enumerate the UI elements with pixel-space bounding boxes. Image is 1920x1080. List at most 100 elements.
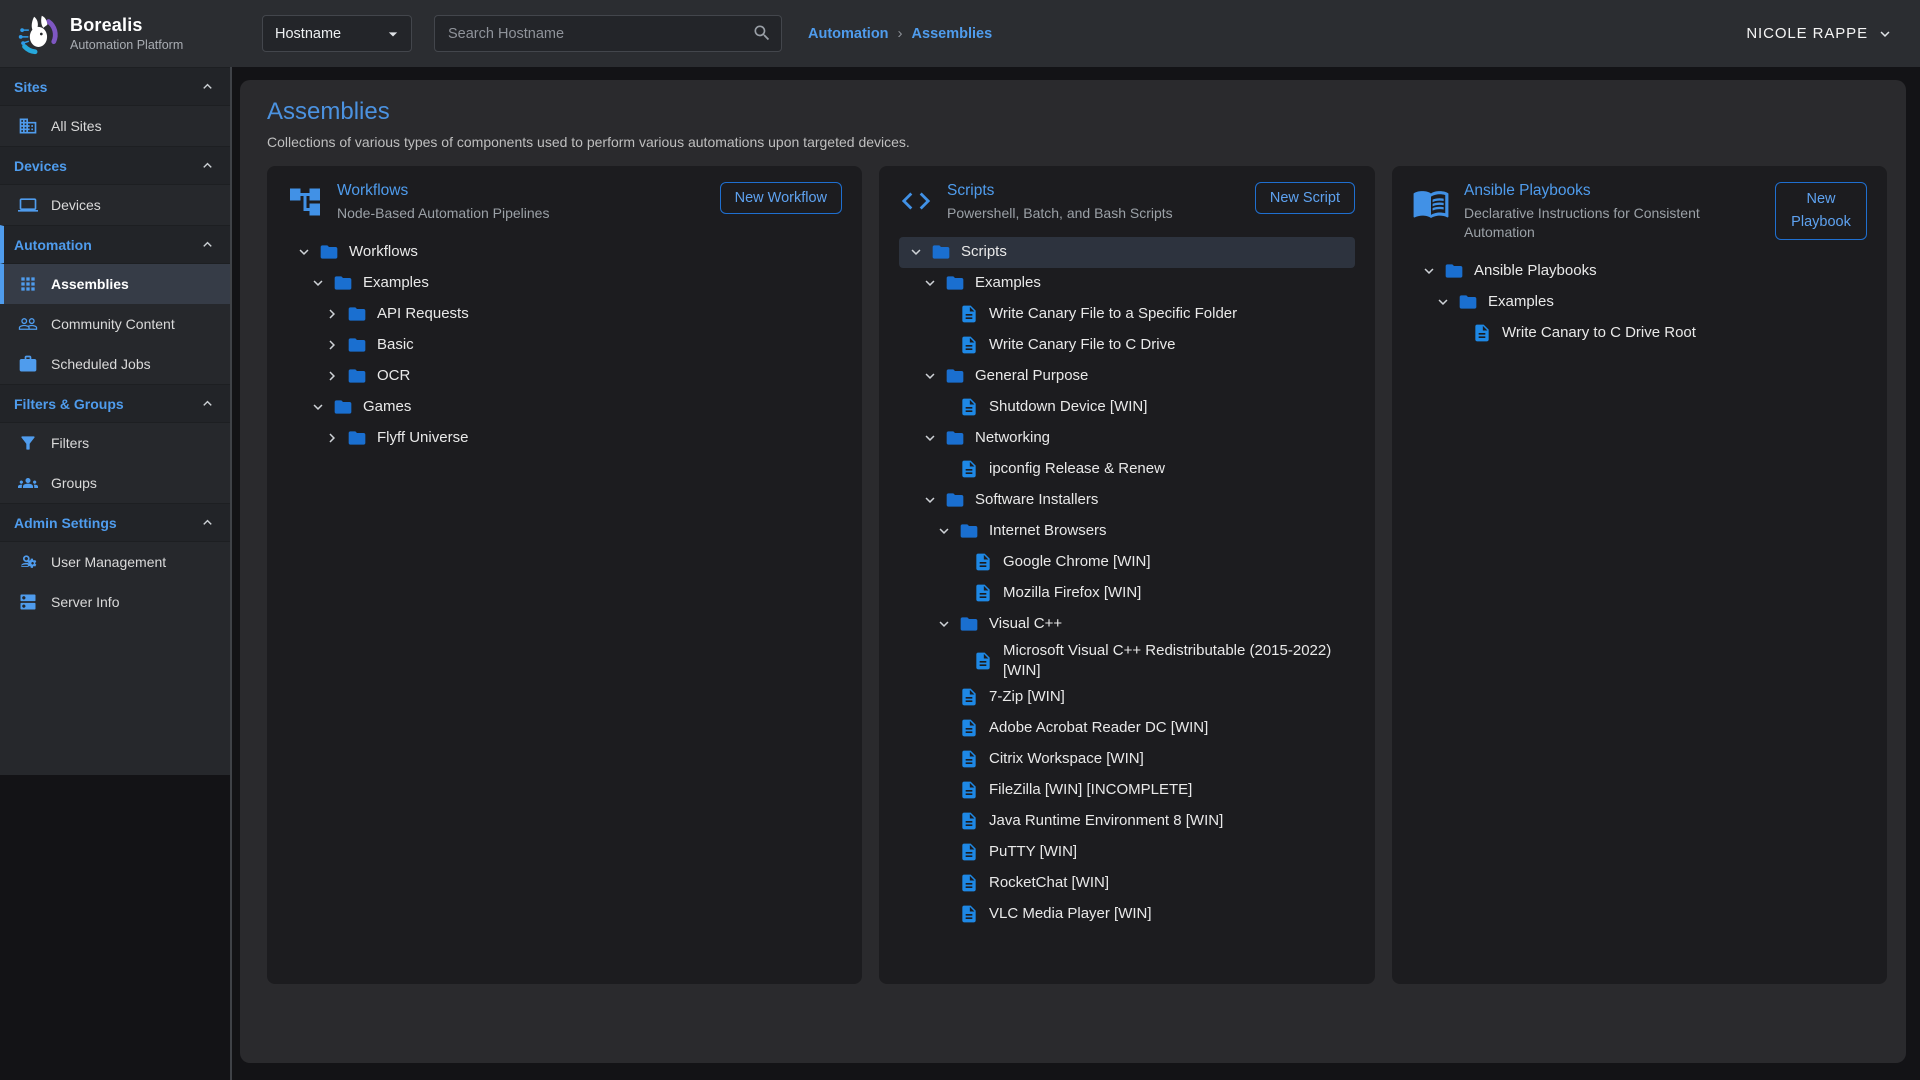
- tree-label: 7-Zip [WIN]: [989, 687, 1065, 707]
- card-playbooks: Ansible PlaybooksDeclarative Instruction…: [1392, 166, 1887, 984]
- tree-file-microsoft-visual-c-redistributable-2015-2022-win[interactable]: Microsoft Visual C++ Redistributable (20…: [899, 640, 1355, 682]
- sidebar-item-groups[interactable]: Groups: [0, 463, 232, 503]
- tree-folder-general-purpose[interactable]: General Purpose: [899, 361, 1355, 392]
- sidebar-item-user-management[interactable]: User Management: [0, 542, 232, 582]
- tree-file-putty-win[interactable]: PuTTY [WIN]: [899, 837, 1355, 868]
- chevron-up-icon: [199, 236, 216, 253]
- top-bar: Borealis Automation Platform Hostname Au…: [0, 0, 1920, 67]
- tree-label: PuTTY [WIN]: [989, 842, 1077, 862]
- sidebar-item-devices[interactable]: Devices: [0, 185, 232, 225]
- tree-folder-api-requests[interactable]: API Requests: [287, 299, 842, 330]
- folder-icon: [333, 273, 353, 293]
- tree-file-citrix-workspace-win[interactable]: Citrix Workspace [WIN]: [899, 744, 1355, 775]
- tree-label: Flyff Universe: [377, 428, 468, 448]
- card-title: Ansible Playbooks: [1464, 182, 1709, 200]
- tree-file-shutdown-device-win[interactable]: Shutdown Device [WIN]: [899, 392, 1355, 423]
- tree-folder-games[interactable]: Games: [287, 392, 842, 423]
- chevron-down-icon[interactable]: [907, 243, 925, 261]
- tree-folder-examples[interactable]: Examples: [287, 268, 842, 299]
- tree-file-mozilla-firefox-win[interactable]: Mozilla Firefox [WIN]: [899, 578, 1355, 609]
- file-icon: [959, 749, 979, 769]
- tree-file-java-runtime-environment-8-win[interactable]: Java Runtime Environment 8 [WIN]: [899, 806, 1355, 837]
- card-workflows-header: WorkflowsNode-Based Automation Pipelines…: [287, 182, 842, 223]
- file-icon: [959, 397, 979, 417]
- chevron-down-icon[interactable]: [921, 429, 939, 447]
- card-scripts-header: ScriptsPowershell, Batch, and Bash Scrip…: [899, 182, 1355, 223]
- file-icon: [973, 651, 993, 671]
- tree-file-google-chrome-win[interactable]: Google Chrome [WIN]: [899, 547, 1355, 578]
- chevron-down-icon[interactable]: [921, 491, 939, 509]
- tree-file-vlc-media-player-win[interactable]: VLC Media Player [WIN]: [899, 899, 1355, 930]
- sidebar-section-header-admin-settings[interactable]: Admin Settings: [0, 503, 232, 542]
- chevron-down-icon[interactable]: [295, 243, 313, 261]
- chevron-down-icon[interactable]: [921, 274, 939, 292]
- tree-folder-basic[interactable]: Basic: [287, 330, 842, 361]
- tree-file-filezilla-win-incomplete[interactable]: FileZilla [WIN] [INCOMPLETE]: [899, 775, 1355, 806]
- file-icon: [959, 904, 979, 924]
- tree-file-rocketchat-win[interactable]: RocketChat [WIN]: [899, 868, 1355, 899]
- tree-label: Write Canary File to a Specific Folder: [989, 304, 1237, 324]
- chevron-down-icon[interactable]: [935, 522, 953, 540]
- sidebar-scrollbar[interactable]: [230, 67, 232, 1080]
- sidebar-item-all-sites[interactable]: All Sites: [0, 106, 232, 146]
- new-playbook-button[interactable]: New Playbook: [1775, 182, 1867, 240]
- tree-folder-ansible-playbooks[interactable]: Ansible Playbooks: [1412, 256, 1867, 287]
- sidebar-section-header-devices[interactable]: Devices: [0, 146, 232, 185]
- tree-folder-scripts[interactable]: Scripts: [899, 237, 1355, 268]
- tree-folder-workflows[interactable]: Workflows: [287, 237, 842, 268]
- file-icon: [973, 552, 993, 572]
- tree-label: Software Installers: [975, 490, 1098, 510]
- sidebar-item-filters[interactable]: Filters: [0, 423, 232, 463]
- tree-folder-flyff-universe[interactable]: Flyff Universe: [287, 423, 842, 454]
- tree-folder-software-installers[interactable]: Software Installers: [899, 485, 1355, 516]
- sidebar-section-label: Automation: [14, 237, 92, 253]
- folder-icon: [347, 304, 367, 324]
- tree-label: ipconfig Release & Renew: [989, 459, 1165, 479]
- tree-label: Ansible Playbooks: [1474, 261, 1597, 281]
- tree-file-adobe-acrobat-reader-dc-win[interactable]: Adobe Acrobat Reader DC [WIN]: [899, 713, 1355, 744]
- chevron-right-icon[interactable]: [323, 336, 341, 354]
- new-script-button[interactable]: New Script: [1255, 182, 1355, 214]
- tree-file-write-canary-to-c-drive-root[interactable]: Write Canary to C Drive Root: [1412, 318, 1867, 349]
- sidebar-item-community-content[interactable]: Community Content: [0, 304, 232, 344]
- chevron-down-icon[interactable]: [935, 615, 953, 633]
- user-menu[interactable]: NICOLE RAPPE: [1746, 25, 1894, 43]
- tree-file-write-canary-file-to-c-drive[interactable]: Write Canary File to C Drive: [899, 330, 1355, 361]
- breadcrumb-assemblies[interactable]: Assemblies: [912, 26, 993, 42]
- tree-folder-examples[interactable]: Examples: [1412, 287, 1867, 318]
- chevron-down-icon[interactable]: [1434, 293, 1452, 311]
- sidebar-item-assemblies[interactable]: Assemblies: [0, 264, 232, 304]
- tree-folder-visual-c[interactable]: Visual C++: [899, 609, 1355, 640]
- tree-file-ipconfig-release-renew[interactable]: ipconfig Release & Renew: [899, 454, 1355, 485]
- tree-folder-networking[interactable]: Networking: [899, 423, 1355, 454]
- tree-file-7-zip-win[interactable]: 7-Zip [WIN]: [899, 682, 1355, 713]
- folder-icon: [1444, 261, 1464, 281]
- chevron-down-icon[interactable]: [309, 274, 327, 292]
- tree-file-write-canary-file-to-a-specific-folder[interactable]: Write Canary File to a Specific Folder: [899, 299, 1355, 330]
- chevron-spacer: [949, 652, 967, 670]
- tree-folder-examples[interactable]: Examples: [899, 268, 1355, 299]
- sidebar-item-server-info[interactable]: Server Info: [0, 582, 232, 622]
- chevron-down-icon[interactable]: [309, 398, 327, 416]
- tree-label: Examples: [975, 273, 1041, 293]
- file-icon: [973, 583, 993, 603]
- page-title: Assemblies: [267, 98, 1879, 126]
- sidebar-item-scheduled-jobs[interactable]: Scheduled Jobs: [0, 344, 232, 384]
- main-panel: Assemblies Collections of various types …: [240, 80, 1906, 1063]
- chevron-right-icon[interactable]: [323, 305, 341, 323]
- sidebar-section-header-sites[interactable]: Sites: [0, 67, 232, 106]
- chevron-down-icon[interactable]: [1420, 262, 1438, 280]
- sidebar-section-header-filters-groups[interactable]: Filters & Groups: [0, 384, 232, 423]
- new-workflow-button[interactable]: New Workflow: [720, 182, 842, 214]
- sidebar-section-header-automation[interactable]: Automation: [0, 225, 232, 264]
- tree-folder-internet-browsers[interactable]: Internet Browsers: [899, 516, 1355, 547]
- hostname-select[interactable]: Hostname: [262, 15, 412, 52]
- chevron-right-icon[interactable]: [323, 429, 341, 447]
- tree-folder-ocr[interactable]: OCR: [287, 361, 842, 392]
- search-input[interactable]: [434, 15, 782, 52]
- chevron-right-icon[interactable]: [323, 367, 341, 385]
- breadcrumb-automation[interactable]: Automation: [808, 26, 889, 42]
- file-icon: [959, 335, 979, 355]
- chevron-down-icon[interactable]: [921, 367, 939, 385]
- chevron-up-icon: [199, 78, 216, 95]
